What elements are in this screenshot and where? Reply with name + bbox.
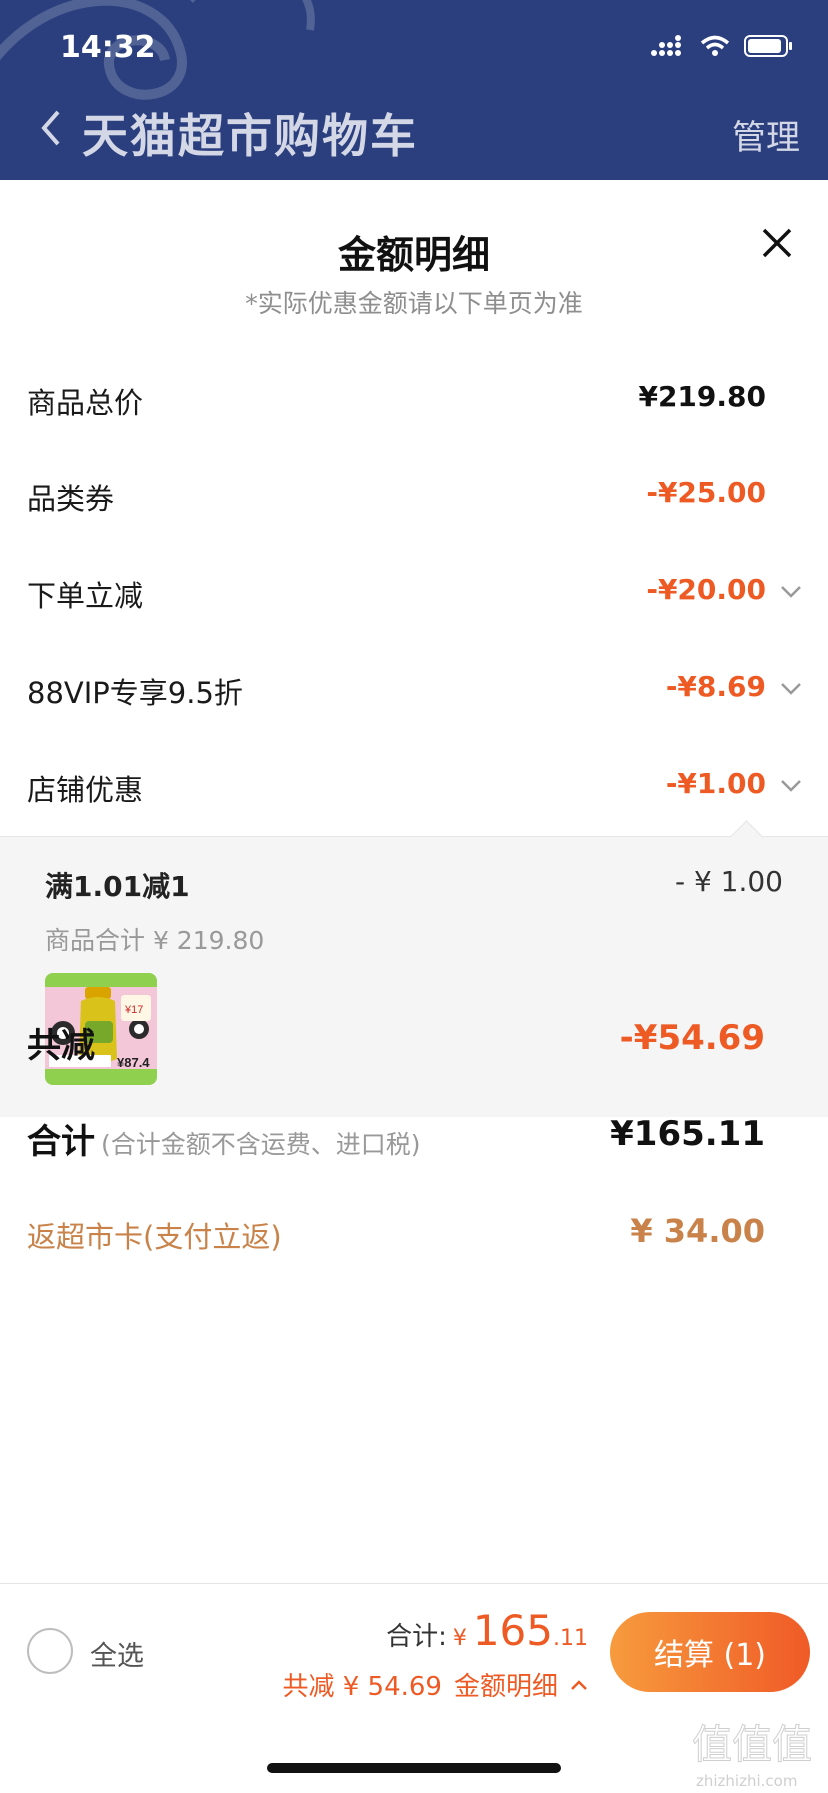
row-value: ¥219.80 <box>638 380 766 413</box>
close-icon[interactable] <box>760 226 794 260</box>
sum-label: 合计: <box>386 1622 447 1652</box>
signal-icon <box>651 35 681 56</box>
row-label: 下单立减 <box>27 579 144 613</box>
cashback-value: ¥ 34.00 <box>630 1212 765 1250</box>
row-category-coupon: 品类券 -¥25.00 <box>0 466 828 526</box>
cashback-label: 返超市卡(支付立返) <box>27 1220 282 1254</box>
chevron-down-icon[interactable] <box>780 779 802 793</box>
promo-title: 满1.01减1 <box>45 870 190 903</box>
home-indicator <box>267 1763 561 1773</box>
watermark-logo: 值值值 zhizhizhi.com <box>692 1722 813 1791</box>
promo-subtotal: 商品合计 ¥ 219.80 <box>45 926 265 955</box>
shop-discount-detail: 满1.01减1 - ¥ 1.00 商品合计 ¥ 219.80 ¥17 ¥87.4 <box>0 820 828 1117</box>
battery-icon <box>744 35 792 57</box>
total-label: 合计 <box>27 1122 95 1162</box>
row-88vip-discount[interactable]: 88VIP专享9.5折 -¥8.69 <box>0 660 828 720</box>
detail-notch <box>730 820 763 853</box>
sum-decimal: .11 <box>553 1626 588 1651</box>
thumb-price: ¥87.4 <box>117 1055 150 1070</box>
row-goods-total: 商品总价 ¥219.80 <box>0 370 828 430</box>
checkout-button[interactable]: 结算 (1) <box>610 1612 810 1692</box>
nav-title: 天猫超市购物车 <box>82 109 418 163</box>
select-all-label[interactable]: 全选 <box>90 1634 144 1673</box>
status-icons <box>650 34 794 58</box>
total-note: (合计金额不含运费、进口税) <box>101 1130 421 1159</box>
sheet-title: 金额明细 <box>337 233 490 277</box>
row-label: 店铺优惠 <box>27 773 144 807</box>
row-order-discount[interactable]: 下单立减 -¥20.00 <box>0 563 828 623</box>
row-shop-discount[interactable]: 店铺优惠 -¥1.00 <box>0 757 828 817</box>
sheet-subtitle: *实际优惠金额请以下单页为准 <box>245 289 583 318</box>
total-label-wrap: 合计 (合计金额不含运费、进口税) <box>27 1114 421 1163</box>
thumb-price-tag: ¥17 <box>124 1004 143 1016</box>
sum-integer: 165 <box>472 1606 553 1655</box>
total-value: ¥165.11 <box>610 1114 765 1154</box>
wifi-icon <box>700 35 730 56</box>
chevron-down-icon[interactable] <box>780 682 802 696</box>
row-label: 88VIP专享9.5折 <box>27 676 243 710</box>
sum-yen: ¥ <box>452 1626 467 1651</box>
top-bar: 14:32 天猫超市购物车 管理 <box>0 0 828 180</box>
back-arrow-icon[interactable] <box>38 108 62 148</box>
total-discount-label: 共减 <box>27 1026 95 1066</box>
row-label: 品类券 <box>27 482 115 516</box>
detail-link[interactable]: 金额明细 <box>454 1666 558 1703</box>
select-all-checkbox[interactable] <box>27 1628 73 1674</box>
total-discount-value: -¥54.69 <box>619 1018 765 1058</box>
manage-button[interactable]: 管理 <box>732 110 800 159</box>
row-value: -¥8.69 <box>665 670 766 703</box>
row-value: -¥1.00 <box>665 767 766 800</box>
row-label: 商品总价 <box>27 386 144 420</box>
discount-text: 共减 ¥ 54.69 <box>282 1672 442 1702</box>
chevron-down-icon[interactable] <box>780 585 802 599</box>
chevron-up-icon[interactable] <box>570 1679 588 1691</box>
sum-line: 合计: ¥ 165 .11 <box>386 1606 588 1655</box>
status-time: 14:32 <box>60 30 156 65</box>
promo-amount: - ¥ 1.00 <box>674 865 783 898</box>
watermark-text: 值值值 <box>692 1722 812 1768</box>
row-value: -¥25.00 <box>646 476 766 509</box>
discount-detail-toggle[interactable]: 共减 ¥ 54.69 金额明细 <box>282 1666 588 1703</box>
watermark-subtext: zhizhizhi.com <box>696 1772 797 1790</box>
row-value: -¥20.00 <box>646 573 766 606</box>
amount-detail-sheet: 金额明细 *实际优惠金额请以下单页为准 商品总价 ¥219.80 品类券 -¥2… <box>0 180 828 1792</box>
